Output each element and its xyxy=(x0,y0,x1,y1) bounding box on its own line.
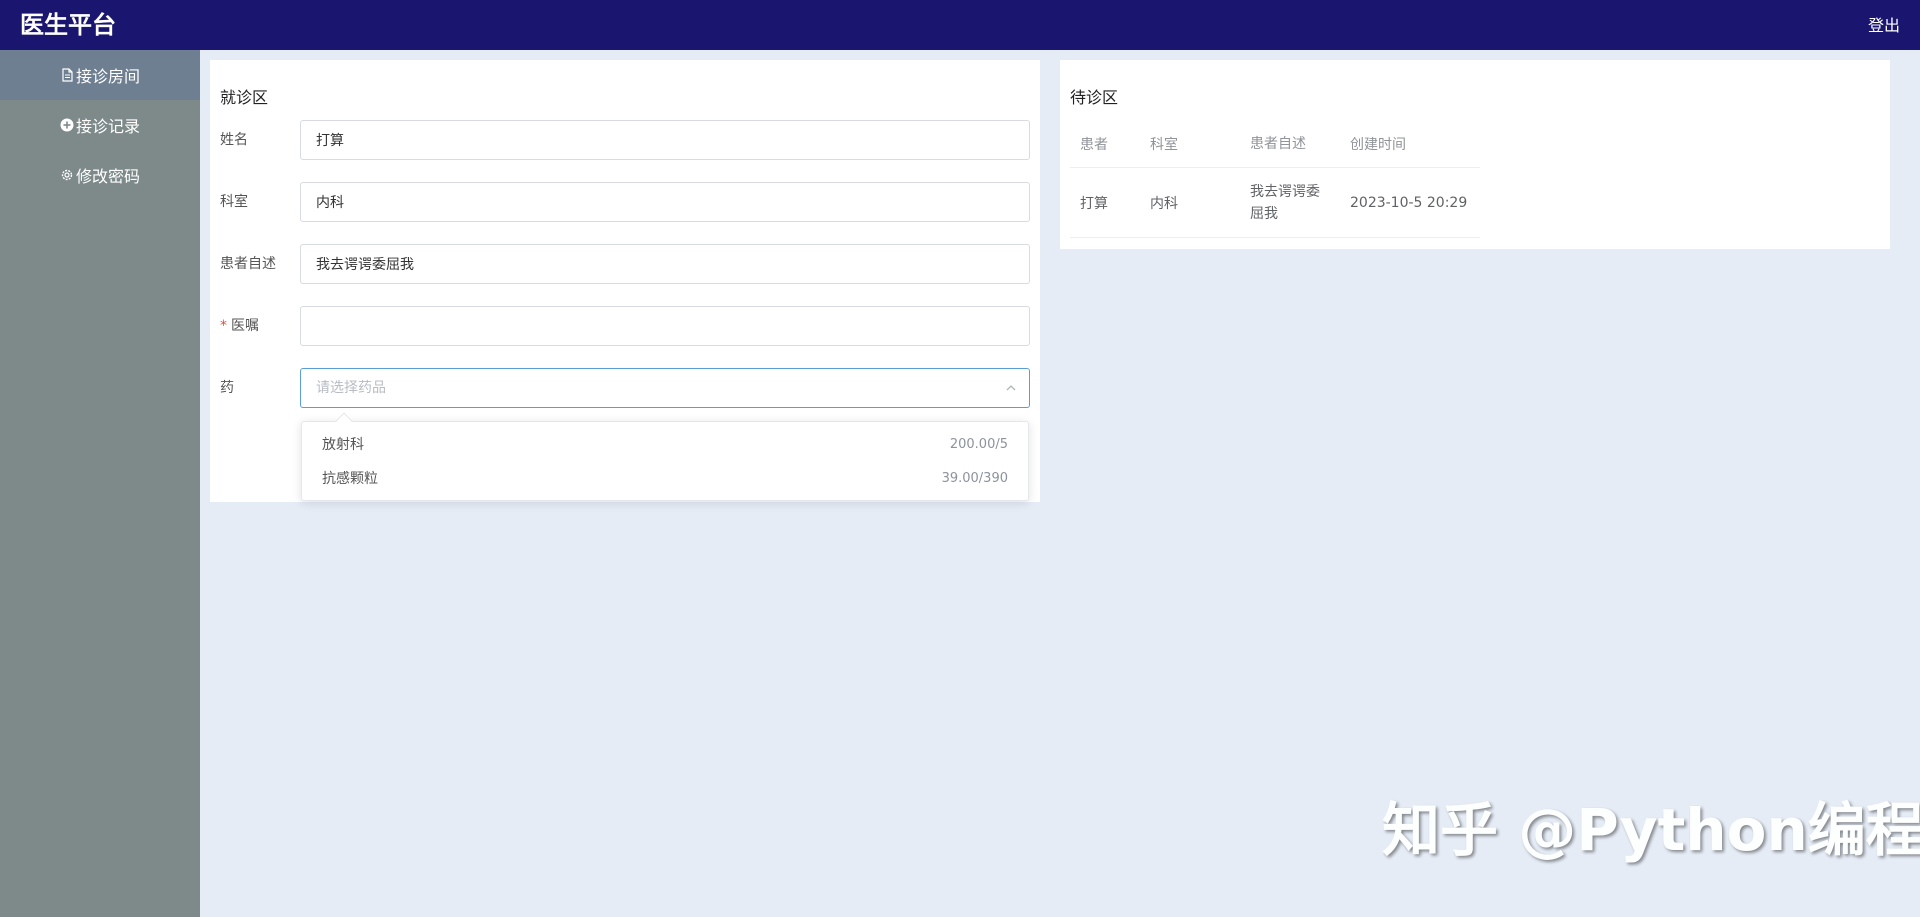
medicine-select-placeholder: 请选择药品 xyxy=(316,380,386,396)
cell-description-text: 我去谔谔委屈我 xyxy=(1250,183,1320,222)
description-row: 患者自述 xyxy=(220,244,1030,284)
advice-row: * 医嘱 xyxy=(220,306,1030,346)
app-title: 医生平台 xyxy=(20,11,116,39)
cell-description: 我去谔谔委屈我 xyxy=(1250,168,1350,237)
advice-input[interactable] xyxy=(300,306,1030,346)
waiting-panel: 待诊区 患者 科室 患者自述 创建时间 打算 内科 我去谔谔委屈我 2023-1… xyxy=(1060,60,1890,249)
advice-label-wrap: * 医嘱 xyxy=(220,306,259,346)
waiting-table: 患者 科室 患者自述 创建时间 打算 内科 我去谔谔委屈我 2023-10-5 … xyxy=(1070,120,1480,238)
sidebar-item-label: 修改密码 xyxy=(75,167,140,186)
chevron-up-icon xyxy=(1006,385,1016,391)
sidebar-item-consult-room[interactable]: 接诊房间 xyxy=(0,50,200,100)
option-name: 抗感颗粒 xyxy=(322,471,378,487)
medicine-label: 药 xyxy=(220,380,234,396)
consult-panel-title: 就诊区 xyxy=(220,88,269,107)
medicine-select[interactable]: 请选择药品 xyxy=(300,368,1030,408)
gear-icon xyxy=(61,169,73,181)
column-header: 创建时间 xyxy=(1350,136,1406,153)
description-input[interactable] xyxy=(300,244,1030,284)
dropdown-option[interactable]: 抗感颗粒 39.00/390 xyxy=(302,462,1028,496)
sidebar: 接诊房间 接诊记录 修改密码 xyxy=(0,50,200,917)
cell-patient: 打算 xyxy=(1080,195,1108,212)
name-input[interactable] xyxy=(300,120,1030,160)
medicine-dropdown: 放射科 200.00/5 抗感颗粒 39.00/390 xyxy=(301,412,1029,501)
cell-dept: 内科 xyxy=(1150,195,1178,212)
sidebar-item-label: 接诊记录 xyxy=(75,117,140,136)
column-header: 患者自述 xyxy=(1250,135,1306,152)
document-icon xyxy=(62,68,73,82)
option-price: 39.00/390 xyxy=(941,471,1008,486)
medicine-row: 药 请选择药品 xyxy=(220,368,1030,408)
column-header: 患者 xyxy=(1080,136,1108,153)
dept-row: 科室 xyxy=(220,182,1030,222)
name-row: 姓名 xyxy=(220,120,1030,160)
cell-created: 2023-10-5 20:29 xyxy=(1350,194,1468,211)
dept-input[interactable] xyxy=(300,182,1030,222)
plus-circle-icon xyxy=(60,118,74,132)
column-header: 科室 xyxy=(1150,136,1178,153)
advice-label: 医嘱 xyxy=(231,318,259,334)
logout-button[interactable]: 登出 xyxy=(1868,15,1900,37)
description-label: 患者自述 xyxy=(220,256,276,272)
dropdown-option[interactable]: 放射科 200.00/5 xyxy=(302,428,1028,462)
top-bar: 医生平台 登出 xyxy=(0,0,1920,50)
option-name: 放射科 xyxy=(322,437,364,453)
name-label: 姓名 xyxy=(220,132,248,148)
option-price: 200.00/5 xyxy=(949,437,1008,452)
dept-label: 科室 xyxy=(220,194,248,210)
watermark: 知乎 @Python编程 xyxy=(1382,796,1920,864)
required-mark: * xyxy=(220,318,227,334)
waiting-panel-title: 待诊区 xyxy=(1070,88,1119,107)
sidebar-item-consult-records[interactable]: 接诊记录 xyxy=(0,100,200,150)
sidebar-item-change-password[interactable]: 修改密码 xyxy=(0,150,200,200)
sidebar-item-label: 接诊房间 xyxy=(75,67,140,86)
table-header: 患者 科室 患者自述 创建时间 xyxy=(1070,120,1480,168)
table-row[interactable]: 打算 内科 我去谔谔委屈我 2023-10-5 20:29 xyxy=(1070,168,1480,238)
